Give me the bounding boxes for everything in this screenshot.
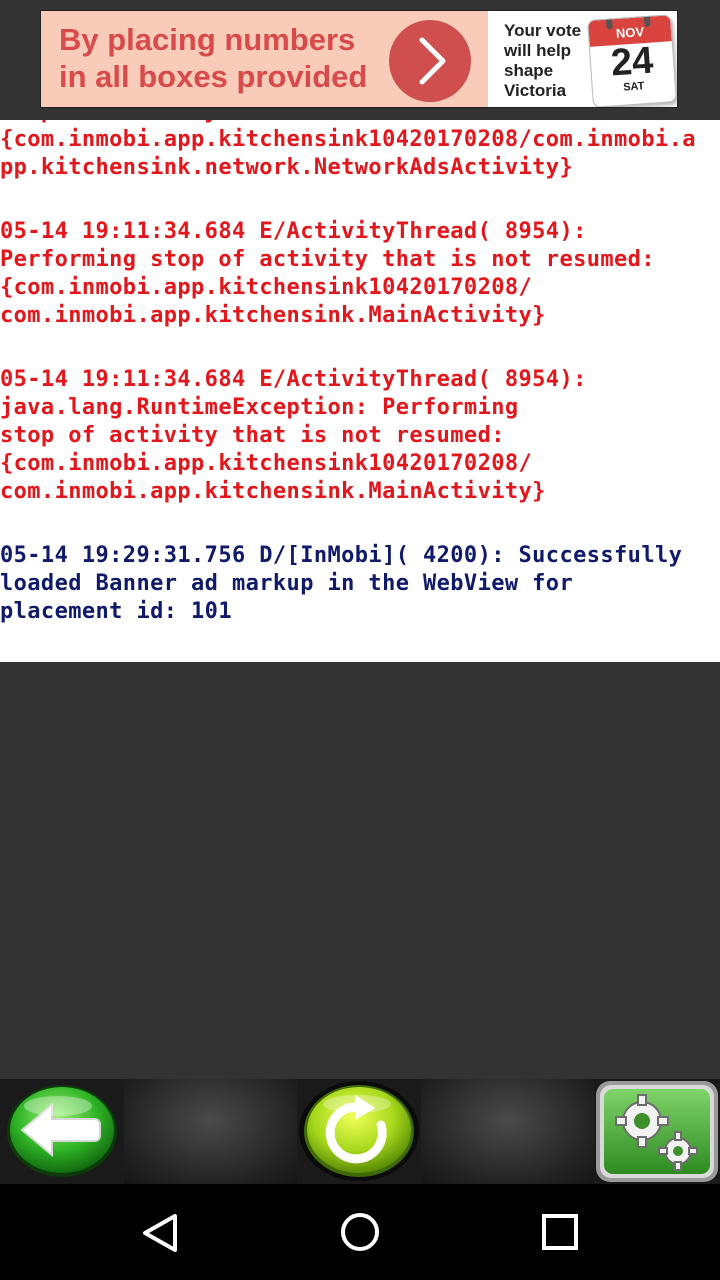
- settings-button[interactable]: [594, 1079, 720, 1184]
- log-list: stop of activity that is not resumed: {co…: [0, 120, 720, 662]
- calendar-icon: NOV 24 SAT: [587, 14, 677, 107]
- bottom-toolbar: [0, 1079, 720, 1184]
- system-nav-bar: [0, 1184, 720, 1280]
- log-entry: 05-14 19:11:34.684 E/ActivityThread( 895…: [0, 366, 720, 506]
- ad-tagline-line-2: will help: [504, 41, 572, 60]
- log-line: com.inmobi.app.kitchensink.MainActivity}: [0, 479, 546, 504]
- log-line: 05-14 19:29:31.756 D/[InMobi]( 4200): Su…: [0, 543, 683, 568]
- calendar-ring: [605, 15, 613, 30]
- back-button[interactable]: [0, 1079, 124, 1184]
- ad-headline: By placing numbers in all boxes provided: [59, 21, 399, 95]
- toolbar-spacer: [421, 1079, 594, 1184]
- calendar-day: 24: [609, 39, 655, 85]
- log-line: Performing stop of activity that is not …: [0, 247, 655, 272]
- ad-banner[interactable]: By placing numbers in all boxes provided…: [40, 10, 678, 108]
- circle-home-icon: [341, 1213, 379, 1251]
- ad-headline-line-2: in all boxes provided: [59, 59, 368, 94]
- ad-tagline-line-1: Your vote: [504, 21, 582, 40]
- back-arrow-icon: [7, 1085, 117, 1177]
- triangle-back-icon: [143, 1214, 177, 1252]
- log-line: 05-14 19:11:34.684 E/ActivityThread( 895…: [0, 367, 587, 392]
- nav-home-button[interactable]: [335, 1208, 385, 1258]
- log-line: {com.inmobi.app.kitchensink10420170208/: [0, 451, 533, 476]
- log-entry: 05-14 19:11:34.684 E/ActivityThread( 895…: [0, 218, 720, 330]
- ad-info-panel: Your vote will help shape Victoria NOV 2…: [488, 11, 677, 107]
- ad-tagline-line-4: Victoria: [504, 81, 567, 100]
- log-line: stop of activity that is not resumed:: [0, 423, 505, 448]
- log-line: loaded Banner ad markup in the WebView f…: [0, 571, 574, 596]
- refresh-icon: [299, 1081, 419, 1181]
- refresh-button[interactable]: [297, 1079, 421, 1184]
- log-line: com.inmobi.app.kitchensink.MainActivity}: [0, 303, 546, 328]
- ad-tagline-line-3: shape: [504, 61, 554, 80]
- chevron-right-icon[interactable]: [389, 20, 471, 102]
- log-panel[interactable]: stop of activity that is not resumed: {co…: [0, 120, 720, 662]
- calendar-ring: [643, 14, 651, 28]
- gears-icon: [596, 1081, 718, 1182]
- log-line: java.lang.RuntimeException: Performing: [0, 395, 519, 420]
- nav-recents-button[interactable]: [535, 1208, 585, 1258]
- log-entry: 05-14 19:29:31.756 D/[InMobi]( 4200): Su…: [0, 542, 720, 626]
- log-line: pp.kitchensink.network.NetworkAdsActivit…: [0, 155, 574, 180]
- log-line: {com.inmobi.app.kitchensink10420170208/c…: [0, 127, 696, 152]
- log-line: 05-14 19:11:34.684 E/ActivityThread( 895…: [0, 219, 587, 244]
- ad-tagline: Your vote will help shape Victoria: [504, 21, 594, 101]
- log-line: {com.inmobi.app.kitchensink10420170208/: [0, 275, 533, 300]
- log-entry: stop of activity that is not resumed:{co…: [0, 120, 720, 182]
- ad-banner-area: By placing numbers in all boxes provided…: [0, 0, 720, 120]
- log-line: placement id: 101: [0, 599, 232, 624]
- nav-back-button[interactable]: [135, 1208, 185, 1258]
- square-recents-icon: [542, 1214, 578, 1250]
- toolbar-spacer: [124, 1079, 297, 1184]
- ad-headline-line-1: By placing numbers: [59, 22, 356, 57]
